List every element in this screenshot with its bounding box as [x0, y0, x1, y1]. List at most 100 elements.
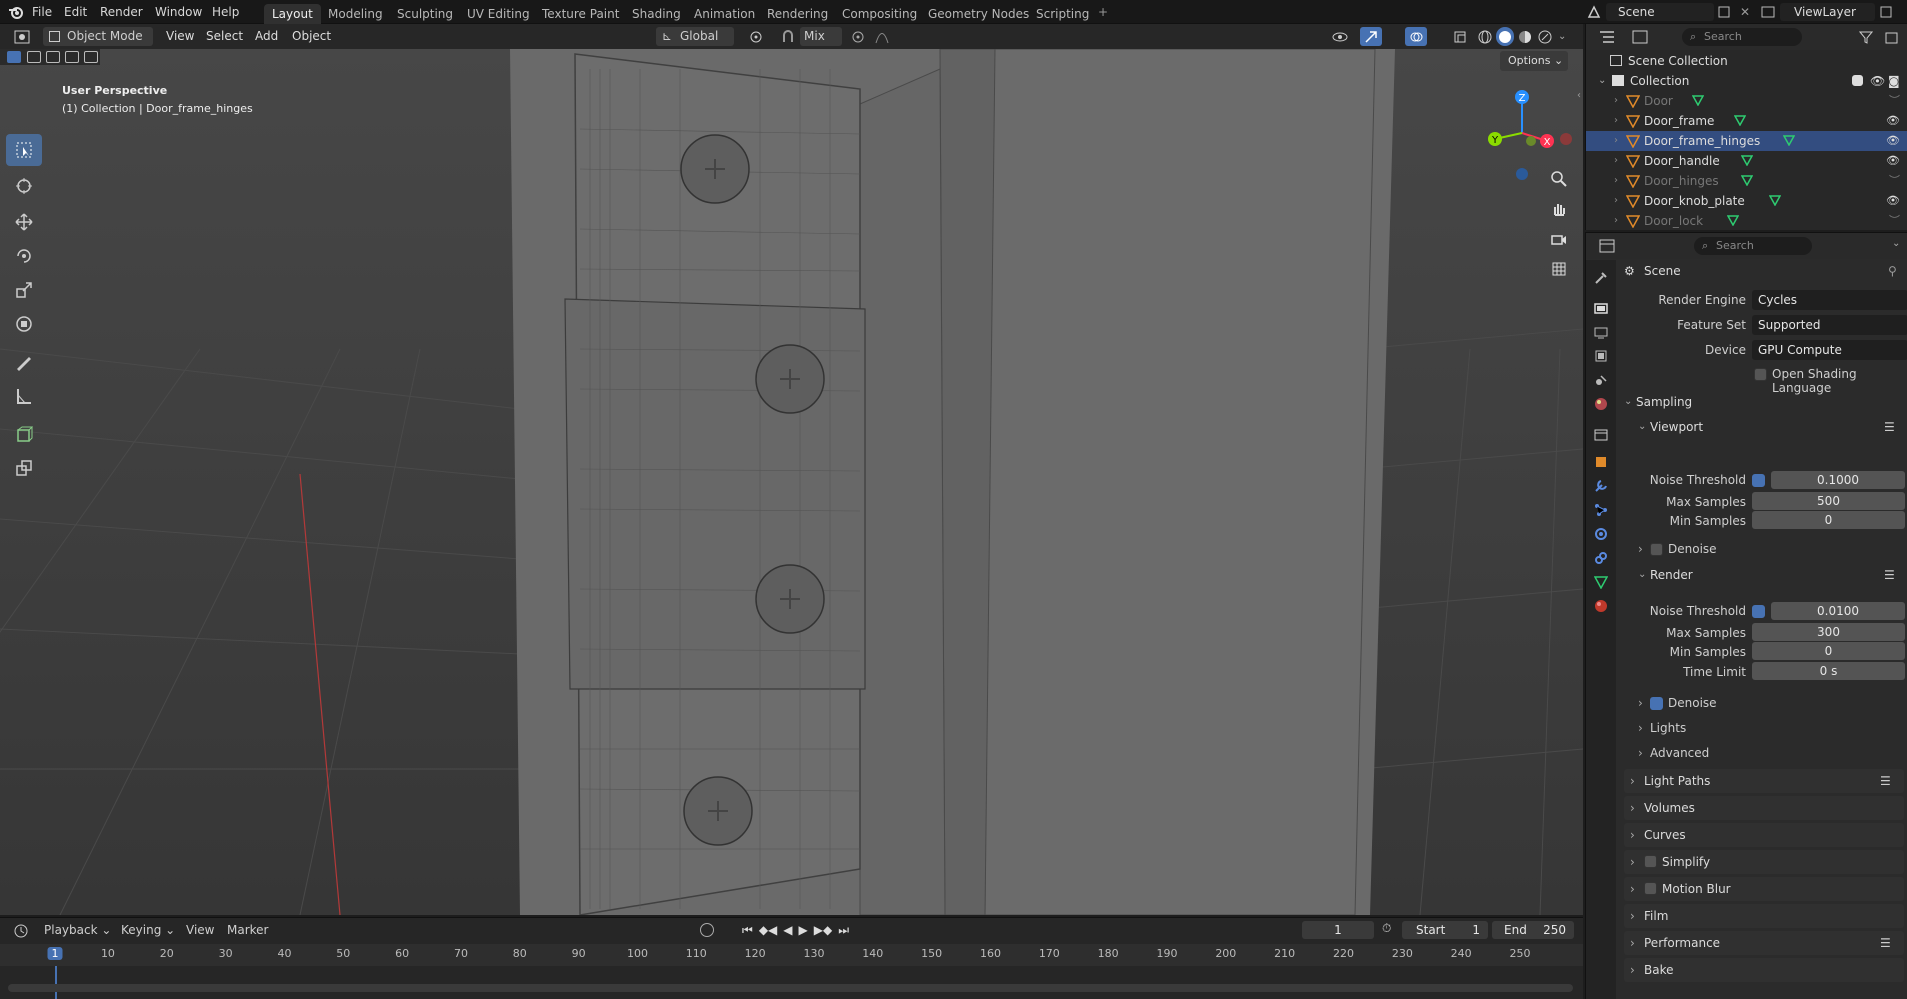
- display-mode-icon[interactable]: [1626, 29, 1654, 45]
- marker-menu[interactable]: Marker: [227, 921, 268, 939]
- render-tab-icon[interactable]: [1591, 298, 1611, 318]
- select-intersect-icon[interactable]: [84, 51, 98, 63]
- tab-compositing[interactable]: Compositing: [834, 4, 925, 24]
- scene-tab-icon[interactable]: [1591, 370, 1611, 390]
- cursor-tool[interactable]: [6, 170, 42, 202]
- timeline-scrollbar[interactable]: [8, 984, 1573, 992]
- tool-tab-icon[interactable]: [1591, 268, 1611, 288]
- material-shading-icon[interactable]: [1516, 27, 1534, 46]
- proportional-edit-icon[interactable]: [848, 27, 868, 46]
- overlays-toggle-icon[interactable]: [1405, 27, 1427, 46]
- timeline-view-menu[interactable]: View: [186, 921, 214, 939]
- solid-shading-icon[interactable]: [1496, 27, 1514, 46]
- r-time-limit-field[interactable]: 0 s: [1752, 662, 1905, 680]
- vp-noise-threshold-checkbox[interactable]: [1752, 474, 1765, 487]
- orientation-dropdown[interactable]: ⊾ Global: [656, 27, 734, 46]
- select-extend-icon[interactable]: [27, 51, 41, 63]
- outliner-object-row[interactable]: › Door_frame_hinges 👁: [1586, 131, 1907, 151]
- select-box-tool[interactable]: [6, 134, 42, 166]
- visibility-eye-icon[interactable]: 👁: [1886, 151, 1900, 171]
- object-expand-icon[interactable]: ›: [1614, 171, 1618, 191]
- panel-motion-blur[interactable]: › Motion Blur: [1624, 877, 1904, 901]
- menu-window[interactable]: Window: [155, 0, 202, 24]
- panel-bake[interactable]: › Bake: [1624, 958, 1904, 982]
- sidebar-toggle-icon[interactable]: ‹: [1577, 90, 1581, 101]
- visibility-eye-icon[interactable]: 👁: [1886, 191, 1900, 211]
- new-scene-icon[interactable]: [1716, 0, 1732, 24]
- jump-end-icon[interactable]: ⏭: [838, 923, 849, 938]
- outliner-object-row[interactable]: › Door ︶: [1586, 91, 1907, 111]
- hidden-eye-icon[interactable]: ︶: [1889, 171, 1900, 191]
- add-cube-tool[interactable]: [6, 418, 42, 450]
- sampling-panel-header[interactable]: ⌄ Sampling: [1624, 390, 1904, 414]
- tab-uv-editing[interactable]: UV Editing: [459, 4, 538, 24]
- device-dropdown[interactable]: GPU Compute: [1752, 340, 1907, 360]
- scale-tool[interactable]: [6, 274, 42, 306]
- select-subtract-icon[interactable]: [46, 51, 60, 63]
- shading-options-chevron-icon[interactable]: ⌄: [1558, 27, 1566, 46]
- visibility-eye-icon[interactable]: 👁: [1886, 111, 1900, 131]
- vp-max-samples-field[interactable]: 500: [1752, 492, 1905, 510]
- blender-logo-icon[interactable]: [8, 0, 24, 24]
- tab-rendering[interactable]: Rendering: [759, 4, 836, 24]
- panel-light-paths[interactable]: › Light Paths ☰: [1624, 769, 1904, 793]
- outliner-object-row[interactable]: › Door_frame 👁: [1586, 111, 1907, 131]
- tab-animation[interactable]: Animation: [686, 4, 763, 24]
- hidden-eye-icon[interactable]: ︶: [1889, 91, 1900, 111]
- panel-curves[interactable]: › Curves: [1624, 823, 1904, 847]
- snap-icon[interactable]: [778, 27, 798, 46]
- r-min-samples-field[interactable]: 0: [1752, 642, 1905, 660]
- scene-icon[interactable]: [1584, 0, 1604, 24]
- view-layer-selector[interactable]: ViewLayer: [1780, 3, 1875, 21]
- timeline-editor-icon[interactable]: [8, 922, 36, 940]
- output-tab-icon[interactable]: [1591, 322, 1611, 342]
- object-tab-icon[interactable]: [1591, 452, 1611, 472]
- collection-render-icon[interactable]: ◙: [1888, 71, 1900, 91]
- current-frame-field[interactable]: 1: [1302, 921, 1374, 939]
- object-expand-icon[interactable]: ›: [1614, 151, 1618, 171]
- tab-shading[interactable]: Shading: [624, 4, 689, 24]
- scene-selector[interactable]: Scene: [1606, 3, 1714, 21]
- new-collection-icon[interactable]: [1882, 29, 1902, 45]
- data-tab-icon[interactable]: [1591, 572, 1611, 592]
- transform-tool[interactable]: [6, 308, 42, 340]
- annotate-tool[interactable]: [6, 346, 42, 378]
- play-icon[interactable]: ▶: [799, 923, 808, 937]
- r-noise-threshold-field[interactable]: 0.0100: [1771, 602, 1905, 620]
- panel-checkbox[interactable]: [1644, 855, 1657, 868]
- gizmo-toggle-icon[interactable]: [1360, 27, 1382, 46]
- tab-texture-paint[interactable]: Texture Paint: [534, 4, 627, 24]
- properties-options-icon[interactable]: ⌄: [1892, 238, 1900, 249]
- modifier-tab-icon[interactable]: [1591, 476, 1611, 496]
- options-dropdown[interactable]: Options ⌄: [1500, 51, 1568, 71]
- view-layer-tab-icon[interactable]: [1591, 346, 1611, 366]
- frame-ruler[interactable]: 1 10 20 30 40 50 60 70 80 90 100 110 120 130 140 150 160…: [0, 944, 1583, 966]
- outliner-object-row[interactable]: › Door_knob_plate 👁: [1586, 191, 1907, 211]
- scene-collection-row[interactable]: Scene Collection: [1586, 51, 1907, 71]
- rendered-shading-icon[interactable]: [1536, 27, 1554, 46]
- visibility-eye-icon[interactable]: 👁: [1886, 131, 1900, 151]
- object-expand-icon[interactable]: ›: [1614, 191, 1618, 211]
- next-keyframe-icon[interactable]: ▶◆: [814, 923, 832, 937]
- keying-menu[interactable]: Keying ⌄: [121, 921, 181, 939]
- tab-sculpting[interactable]: Sculpting: [389, 4, 461, 24]
- prev-keyframe-icon[interactable]: ◆◀: [759, 923, 777, 937]
- object-mode-dropdown[interactable]: Object Mode: [43, 27, 153, 46]
- auto-keying-icon[interactable]: [700, 923, 714, 937]
- collection-include-checkbox[interactable]: [1852, 75, 1863, 86]
- falloff-icon[interactable]: [872, 27, 892, 46]
- vp-denoise-subpanel[interactable]: › Denoise: [1638, 538, 1904, 560]
- move-tool[interactable]: [6, 206, 42, 238]
- properties-search[interactable]: ⌕ Search: [1694, 237, 1812, 255]
- filter-icon[interactable]: [1856, 29, 1876, 45]
- panel-volumes[interactable]: › Volumes: [1624, 796, 1904, 820]
- select-invert-icon[interactable]: [65, 51, 79, 63]
- object-expand-icon[interactable]: ›: [1614, 91, 1618, 111]
- panel-performance[interactable]: › Performance ☰: [1624, 931, 1904, 955]
- collection-expand-icon[interactable]: ⌄: [1598, 71, 1606, 91]
- vp-min-samples-field[interactable]: 0: [1752, 511, 1905, 529]
- outliner-search[interactable]: ⌕ Search: [1682, 28, 1802, 46]
- menu-help[interactable]: Help: [212, 0, 239, 24]
- ortho-grid-icon[interactable]: [1549, 259, 1569, 279]
- collection-row[interactable]: ⌄ Collection 👁 ◙: [1586, 71, 1907, 91]
